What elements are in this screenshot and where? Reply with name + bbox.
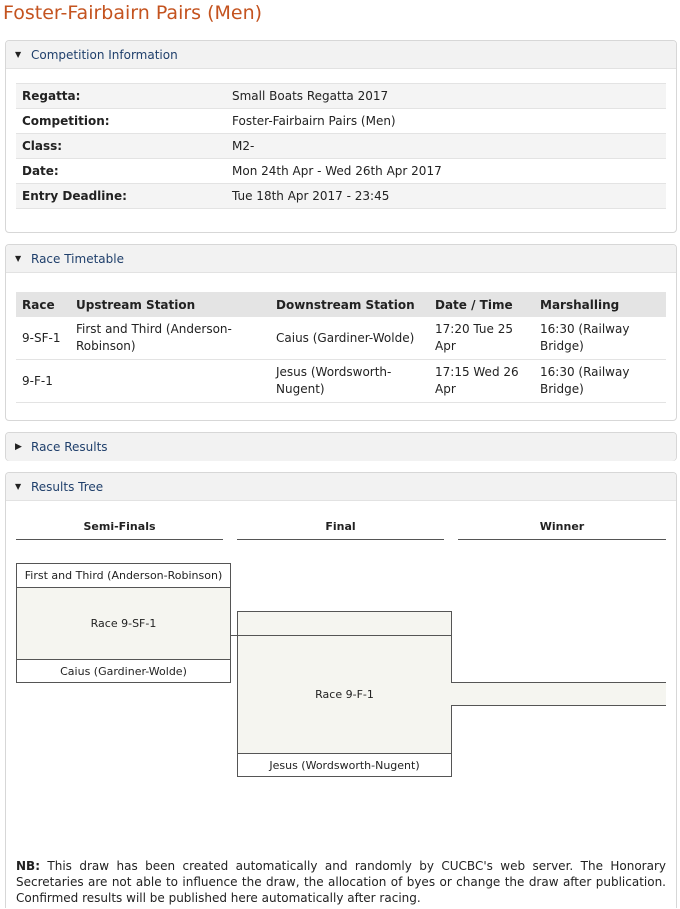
triangle-down-icon: ▼ bbox=[15, 482, 22, 491]
competition-info-panel: ▼ Competition Information Regatta: Small… bbox=[5, 40, 677, 233]
final-column-header: Final bbox=[237, 520, 444, 540]
race-results-heading: Race Results bbox=[31, 440, 108, 454]
upstream-cell: First and Third (Anderson-Robinson) bbox=[70, 317, 270, 360]
column-header: Downstream Station bbox=[270, 292, 429, 317]
winner-column-header: Winner bbox=[458, 520, 666, 540]
final-race-label: Race 9-F-1 bbox=[238, 636, 451, 753]
note-text: This draw has been created automatically… bbox=[16, 859, 666, 905]
triangle-down-icon: ▼ bbox=[15, 254, 22, 263]
info-row: Date: Mon 24th Apr - Wed 26th Apr 2017 bbox=[16, 158, 666, 184]
datetime-cell: 17:15 Wed 26 Apr bbox=[429, 359, 534, 403]
race-timetable-table: Race Upstream Station Downstream Station… bbox=[16, 292, 666, 403]
race-timetable-header[interactable]: ▼ Race Timetable bbox=[6, 245, 676, 273]
upstream-cell bbox=[70, 359, 270, 403]
info-row: Class: M2- bbox=[16, 133, 666, 159]
info-key: Entry Deadline: bbox=[16, 183, 226, 209]
marshalling-cell: 16:30 (Railway Bridge) bbox=[534, 359, 666, 403]
final-bottom-crew: Jesus (Wordsworth-Nugent) bbox=[238, 753, 451, 776]
semi-final-race-label: Race 9-SF-1 bbox=[17, 588, 230, 659]
race-results-panel: ▶ Race Results bbox=[5, 432, 677, 461]
competition-info-table: Regatta: Small Boats Regatta 2017 Compet… bbox=[16, 83, 666, 209]
downstream-cell: Jesus (Wordsworth-Nugent) bbox=[270, 359, 429, 403]
results-tree-heading: Results Tree bbox=[31, 479, 104, 494]
info-row: Entry Deadline: Tue 18th Apr 2017 - 23:4… bbox=[16, 183, 666, 209]
race-timetable-panel: ▼ Race Timetable Race Upstream Station D… bbox=[5, 244, 677, 421]
column-header: Race bbox=[16, 292, 70, 317]
info-value: M2- bbox=[226, 133, 666, 159]
competition-info-header[interactable]: ▼ Competition Information bbox=[6, 41, 676, 69]
race-results-header[interactable]: ▶ Race Results bbox=[6, 433, 676, 461]
semi-final-bracket: First and Third (Anderson-Robinson) Race… bbox=[16, 563, 231, 683]
semi-final-top-crew: First and Third (Anderson-Robinson) bbox=[17, 564, 230, 588]
note-label: NB: bbox=[16, 859, 40, 873]
race-cell: 9-SF-1 bbox=[16, 317, 70, 360]
draw-note: NB: This draw has been created automatic… bbox=[16, 858, 666, 906]
semi-final-bottom-crew: Caius (Gardiner-Wolde) bbox=[17, 659, 230, 682]
downstream-cell: Caius (Gardiner-Wolde) bbox=[270, 317, 429, 360]
results-tree-panel: ▼ Results Tree Semi-Finals Final Winner … bbox=[5, 472, 677, 908]
triangle-right-icon: ▶ bbox=[15, 442, 22, 452]
timetable-header-row: Race Upstream Station Downstream Station… bbox=[16, 292, 666, 317]
info-key: Class: bbox=[16, 133, 226, 159]
column-header: Date / Time bbox=[429, 292, 534, 317]
marshalling-cell: 16:30 (Railway Bridge) bbox=[534, 317, 666, 360]
race-timetable-heading: Race Timetable bbox=[31, 251, 124, 266]
info-row: Regatta: Small Boats Regatta 2017 bbox=[16, 83, 666, 109]
final-top-crew bbox=[238, 612, 451, 636]
info-value: Tue 18th Apr 2017 - 23:45 bbox=[226, 183, 666, 209]
triangle-down-icon: ▼ bbox=[15, 50, 22, 59]
info-key: Regatta: bbox=[16, 83, 226, 109]
info-row: Competition: Foster-Fairbairn Pairs (Men… bbox=[16, 108, 666, 134]
table-row: 9-SF-1 First and Third (Anderson-Robinso… bbox=[16, 317, 666, 360]
info-value: Small Boats Regatta 2017 bbox=[226, 83, 666, 109]
table-row: 9-F-1 Jesus (Wordsworth-Nugent) 17:15 We… bbox=[16, 359, 666, 403]
race-cell: 9-F-1 bbox=[16, 359, 70, 403]
column-header: Marshalling bbox=[534, 292, 666, 317]
column-header: Upstream Station bbox=[70, 292, 270, 317]
results-tree-header[interactable]: ▼ Results Tree bbox=[6, 473, 676, 501]
competition-info-heading: Competition Information bbox=[31, 47, 178, 62]
info-value: Mon 24th Apr - Wed 26th Apr 2017 bbox=[226, 158, 666, 184]
final-bracket: Race 9-F-1 Jesus (Wordsworth-Nugent) bbox=[237, 611, 452, 777]
info-value: Foster-Fairbairn Pairs (Men) bbox=[226, 108, 666, 134]
semi-finals-column-header: Semi-Finals bbox=[16, 520, 223, 540]
info-key: Date: bbox=[16, 158, 226, 184]
page-title: Foster-Fairbairn Pairs (Men) bbox=[3, 2, 263, 24]
winner-slot bbox=[451, 682, 666, 706]
datetime-cell: 17:20 Tue 25 Apr bbox=[429, 317, 534, 360]
info-key: Competition: bbox=[16, 108, 226, 134]
